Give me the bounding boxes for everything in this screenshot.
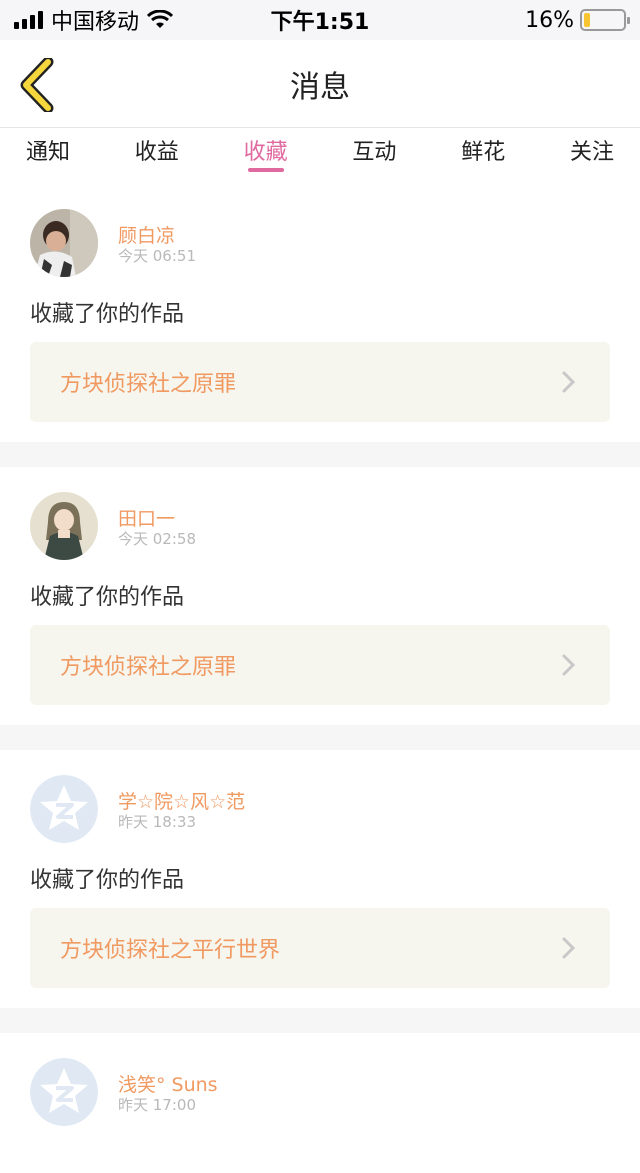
work-link[interactable]: 方块侦探社之平行世界: [30, 908, 610, 988]
avatar[interactable]: [30, 209, 98, 277]
nav-bar: 消息: [0, 40, 640, 128]
timestamp: 昨天 17:00: [118, 1096, 196, 1114]
tab-follow[interactable]: 关注: [570, 128, 614, 184]
work-title: 方块侦探社之原罪: [60, 655, 237, 680]
default-avatar-icon[interactable]: [30, 775, 98, 843]
carrier-label: 中国移动: [51, 10, 140, 35]
user-name[interactable]: 浅笑° Suns: [118, 1070, 218, 1097]
user-name[interactable]: 学☆院☆风☆范: [118, 787, 245, 814]
work-link[interactable]: 方块侦探社之原罪: [30, 342, 610, 422]
chevron-right-icon: [562, 371, 576, 393]
chevron-right-icon: [562, 654, 576, 676]
avatar[interactable]: [30, 492, 98, 560]
work-link[interactable]: 方块侦探社之原罪: [30, 625, 610, 705]
battery-percent: 16%: [525, 7, 574, 33]
page-title: 消息: [290, 69, 350, 105]
back-button[interactable]: [18, 56, 58, 114]
wifi-icon: [147, 10, 174, 28]
action-text: 收藏了你的作品: [30, 302, 185, 327]
tab-interaction[interactable]: 互动: [352, 128, 396, 184]
timestamp: 今天 02:58: [118, 530, 196, 548]
battery-icon: [579, 9, 630, 31]
back-chevron-icon: [20, 56, 54, 114]
action-text: 收藏了你的作品: [30, 585, 185, 610]
tab-flowers[interactable]: 鲜花: [461, 128, 505, 184]
work-title: 方块侦探社之平行世界: [60, 938, 281, 963]
default-avatar-icon[interactable]: [30, 1058, 98, 1126]
tab-income[interactable]: 收益: [135, 128, 179, 184]
timestamp: 今天 06:51: [118, 247, 196, 265]
message-card: 浅笑° Suns 昨天 17:00: [0, 1033, 640, 1173]
user-name[interactable]: 顾白凉: [118, 221, 175, 248]
tab-favorites[interactable]: 收藏: [244, 128, 288, 184]
tab-bar: 通知 收益 收藏 互动 鲜花 关注: [0, 128, 640, 184]
message-card: 学☆院☆风☆范 昨天 18:33 收藏了你的作品 方块侦探社之平行世界: [0, 750, 640, 1008]
action-text: 收藏了你的作品: [30, 868, 185, 893]
clock: 下午1:51: [270, 10, 370, 35]
timestamp: 昨天 18:33: [118, 813, 196, 831]
user-name[interactable]: 田口一: [118, 504, 175, 531]
signal-icon: [14, 11, 43, 29]
message-card: 顾白凉 今天 06:51 收藏了你的作品 方块侦探社之原罪: [0, 184, 640, 442]
message-card: 田口一 今天 02:58 收藏了你的作品 方块侦探社之原罪: [0, 467, 640, 725]
status-bar: 中国移动 下午1:51 16%: [0, 0, 640, 40]
work-title: 方块侦探社之原罪: [60, 372, 237, 397]
chevron-right-icon: [562, 937, 576, 959]
message-feed: 顾白凉 今天 06:51 收藏了你的作品 方块侦探社之原罪 田口一 今天 02:…: [0, 184, 640, 1173]
tab-notify[interactable]: 通知: [26, 128, 70, 184]
